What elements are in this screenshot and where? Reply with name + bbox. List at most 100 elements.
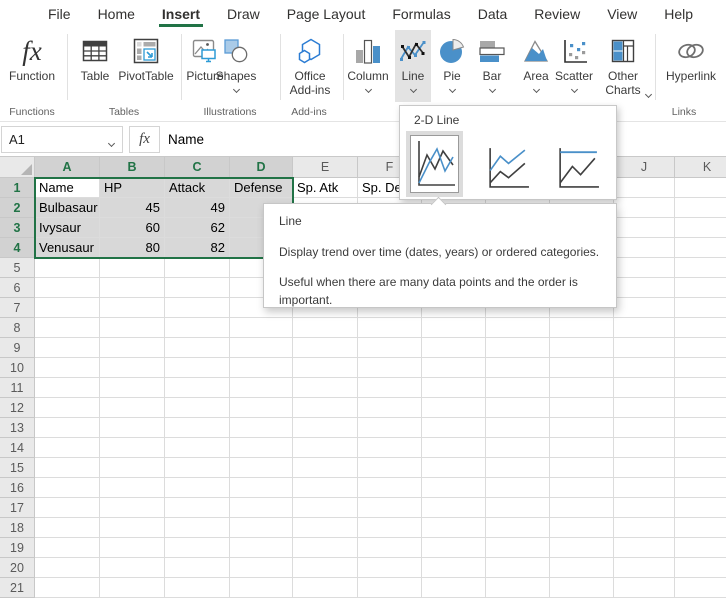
cell-J11[interactable]: [614, 378, 675, 398]
cell-I19[interactable]: [550, 538, 614, 558]
column-header-K[interactable]: K: [675, 157, 726, 178]
row-header-2[interactable]: 2: [0, 198, 35, 218]
cell-B8[interactable]: [100, 318, 165, 338]
row-header-14[interactable]: 14: [0, 438, 35, 458]
cell-B4[interactable]: 80: [100, 238, 165, 258]
ribbon-button-hyperlink[interactable]: Hyperlink: [661, 30, 721, 102]
cell-C18[interactable]: [165, 518, 230, 538]
row-header-19[interactable]: 19: [0, 538, 35, 558]
cell-K2[interactable]: [675, 198, 726, 218]
cell-A9[interactable]: [35, 338, 100, 358]
cell-H21[interactable]: [486, 578, 550, 598]
cell-G12[interactable]: [422, 398, 486, 418]
cell-F12[interactable]: [358, 398, 422, 418]
cell-D8[interactable]: [230, 318, 293, 338]
cell-J10[interactable]: [614, 358, 675, 378]
cell-J1[interactable]: [614, 178, 675, 198]
cell-A5[interactable]: [35, 258, 100, 278]
cell-A15[interactable]: [35, 458, 100, 478]
ribbon-button-scatter-chart[interactable]: Scatter: [550, 30, 598, 102]
cell-G20[interactable]: [422, 558, 486, 578]
row-header-8[interactable]: 8: [0, 318, 35, 338]
cell-J15[interactable]: [614, 458, 675, 478]
cell-E20[interactable]: [293, 558, 358, 578]
column-header-E[interactable]: E: [293, 157, 358, 178]
cell-F8[interactable]: [358, 318, 422, 338]
cell-C13[interactable]: [165, 418, 230, 438]
cell-E21[interactable]: [293, 578, 358, 598]
column-header-J[interactable]: J: [614, 157, 675, 178]
cell-J12[interactable]: [614, 398, 675, 418]
cell-F17[interactable]: [358, 498, 422, 518]
column-header-A[interactable]: A: [35, 157, 100, 178]
cell-B1[interactable]: HP: [100, 178, 165, 198]
cell-H10[interactable]: [486, 358, 550, 378]
column-header-B[interactable]: B: [100, 157, 165, 178]
cell-H12[interactable]: [486, 398, 550, 418]
cell-F21[interactable]: [358, 578, 422, 598]
cell-B3[interactable]: 60: [100, 218, 165, 238]
cell-H19[interactable]: [486, 538, 550, 558]
cell-E12[interactable]: [293, 398, 358, 418]
cell-K1[interactable]: [675, 178, 726, 198]
cell-A16[interactable]: [35, 478, 100, 498]
cell-I10[interactable]: [550, 358, 614, 378]
menu-tab-home[interactable]: Home: [98, 2, 135, 26]
cell-G8[interactable]: [422, 318, 486, 338]
cell-A1[interactable]: Name: [35, 178, 100, 198]
cell-D13[interactable]: [230, 418, 293, 438]
cell-C9[interactable]: [165, 338, 230, 358]
cell-C1[interactable]: Attack: [165, 178, 230, 198]
row-header-5[interactable]: 5: [0, 258, 35, 278]
cell-C17[interactable]: [165, 498, 230, 518]
cell-C16[interactable]: [165, 478, 230, 498]
cell-K21[interactable]: [675, 578, 726, 598]
cell-G15[interactable]: [422, 458, 486, 478]
option-100-stacked-line[interactable]: [554, 144, 601, 191]
select-all-corner[interactable]: [0, 157, 35, 178]
cell-J6[interactable]: [614, 278, 675, 298]
cell-K17[interactable]: [675, 498, 726, 518]
row-header-21[interactable]: 21: [0, 578, 35, 598]
cell-B13[interactable]: [100, 418, 165, 438]
cell-J4[interactable]: [614, 238, 675, 258]
cell-A19[interactable]: [35, 538, 100, 558]
cell-F14[interactable]: [358, 438, 422, 458]
cell-H9[interactable]: [486, 338, 550, 358]
cell-H8[interactable]: [486, 318, 550, 338]
row-header-6[interactable]: 6: [0, 278, 35, 298]
cell-F10[interactable]: [358, 358, 422, 378]
cell-I15[interactable]: [550, 458, 614, 478]
cell-B14[interactable]: [100, 438, 165, 458]
cell-A4[interactable]: Venusaur: [35, 238, 100, 258]
cell-H11[interactable]: [486, 378, 550, 398]
menu-tab-insert[interactable]: Insert: [158, 2, 204, 27]
cell-D12[interactable]: [230, 398, 293, 418]
row-header-12[interactable]: 12: [0, 398, 35, 418]
ribbon-button-function[interactable]: fx Function: [0, 30, 67, 102]
cell-E1[interactable]: Sp. Atk: [293, 178, 358, 198]
row-header-4[interactable]: 4: [0, 238, 35, 258]
cell-C20[interactable]: [165, 558, 230, 578]
row-header-18[interactable]: 18: [0, 518, 35, 538]
cell-H14[interactable]: [486, 438, 550, 458]
ribbon-button-pivottable[interactable]: PivotTable: [115, 30, 177, 102]
row-header-13[interactable]: 13: [0, 418, 35, 438]
cell-B9[interactable]: [100, 338, 165, 358]
cell-B2[interactable]: 45: [100, 198, 165, 218]
cell-J2[interactable]: [614, 198, 675, 218]
ribbon-button-other-charts[interactable]: Other Charts: [595, 30, 653, 102]
column-header-C[interactable]: C: [165, 157, 230, 178]
cell-D19[interactable]: [230, 538, 293, 558]
insert-function-button[interactable]: fx: [129, 126, 160, 153]
cell-G11[interactable]: [422, 378, 486, 398]
cell-K6[interactable]: [675, 278, 726, 298]
cell-K11[interactable]: [675, 378, 726, 398]
cell-K20[interactable]: [675, 558, 726, 578]
cell-F16[interactable]: [358, 478, 422, 498]
cell-J20[interactable]: [614, 558, 675, 578]
cell-K10[interactable]: [675, 358, 726, 378]
menu-tab-view[interactable]: View: [607, 2, 637, 26]
cell-A21[interactable]: [35, 578, 100, 598]
cell-H15[interactable]: [486, 458, 550, 478]
